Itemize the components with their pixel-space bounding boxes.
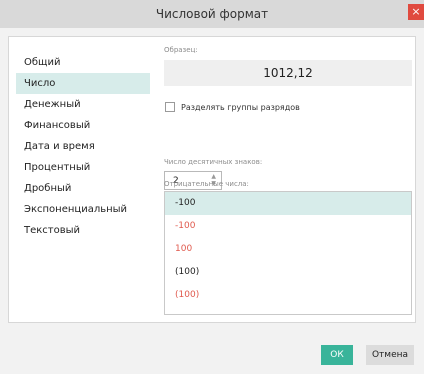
sample-value: 1012,12 <box>164 60 412 86</box>
negative-format-list: -100 -100 100 (100) (100) <box>164 191 412 315</box>
dialog-title: Числовой формат <box>155 7 269 21</box>
sample-label: Образец: <box>164 46 198 54</box>
decimals-label: Число десятичных знаков: <box>164 158 263 166</box>
category-item-text[interactable]: Текстовый <box>16 220 150 241</box>
dialog-footer <box>0 332 424 374</box>
category-item-scientific[interactable]: Экспоненциальный <box>16 199 150 220</box>
category-list: Общий Число Денежный Финансовый Дата и в… <box>16 52 150 241</box>
category-item-accounting[interactable]: Финансовый <box>16 115 150 136</box>
separator-checkbox-label: Разделять группы разрядов <box>181 102 300 112</box>
category-item-currency[interactable]: Денежный <box>16 94 150 115</box>
separator-option[interactable]: Разделять группы разрядов <box>165 101 300 113</box>
separator-checkbox[interactable] <box>165 102 175 112</box>
negative-format-item[interactable]: -100 <box>165 215 411 238</box>
negative-format-item[interactable]: 100 <box>165 238 411 261</box>
negative-format-item[interactable]: (100) <box>165 261 411 284</box>
ok-button[interactable]: ОК <box>321 345 353 365</box>
category-item-percent[interactable]: Процентный <box>16 157 150 178</box>
negative-label: Отрицательные числа: <box>164 180 249 188</box>
negative-format-item[interactable]: (100) <box>165 284 411 307</box>
category-item-fraction[interactable]: Дробный <box>16 178 150 199</box>
close-icon[interactable]: × <box>408 4 424 20</box>
cancel-button[interactable]: Отмена <box>366 345 414 365</box>
negative-format-item[interactable]: -100 <box>165 192 411 215</box>
category-item-number[interactable]: Число <box>16 73 150 94</box>
category-item-datetime[interactable]: Дата и время <box>16 136 150 157</box>
category-item-general[interactable]: Общий <box>16 52 150 73</box>
